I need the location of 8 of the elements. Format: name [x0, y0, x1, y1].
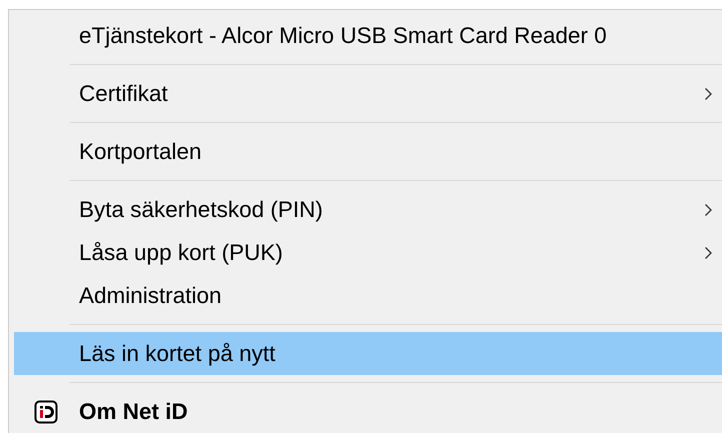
- menu-item[interactable]: eTjänstekort - Alcor Micro USB Smart Card Reader 0: [14, 14, 722, 57]
- menu-item[interactable]: Administration: [14, 274, 722, 317]
- menu-item[interactable]: Läs in kortet på nytt: [14, 332, 722, 375]
- menu-item[interactable]: Certifikat: [14, 72, 722, 115]
- menu-item[interactable]: Kortportalen: [14, 130, 722, 173]
- menu-item[interactable]: Låsa upp kort (PUK): [14, 231, 722, 274]
- menu-item[interactable]: Byta säkerhetskod (PIN): [14, 188, 722, 231]
- menu-item[interactable]: Om Net iD: [14, 390, 722, 433]
